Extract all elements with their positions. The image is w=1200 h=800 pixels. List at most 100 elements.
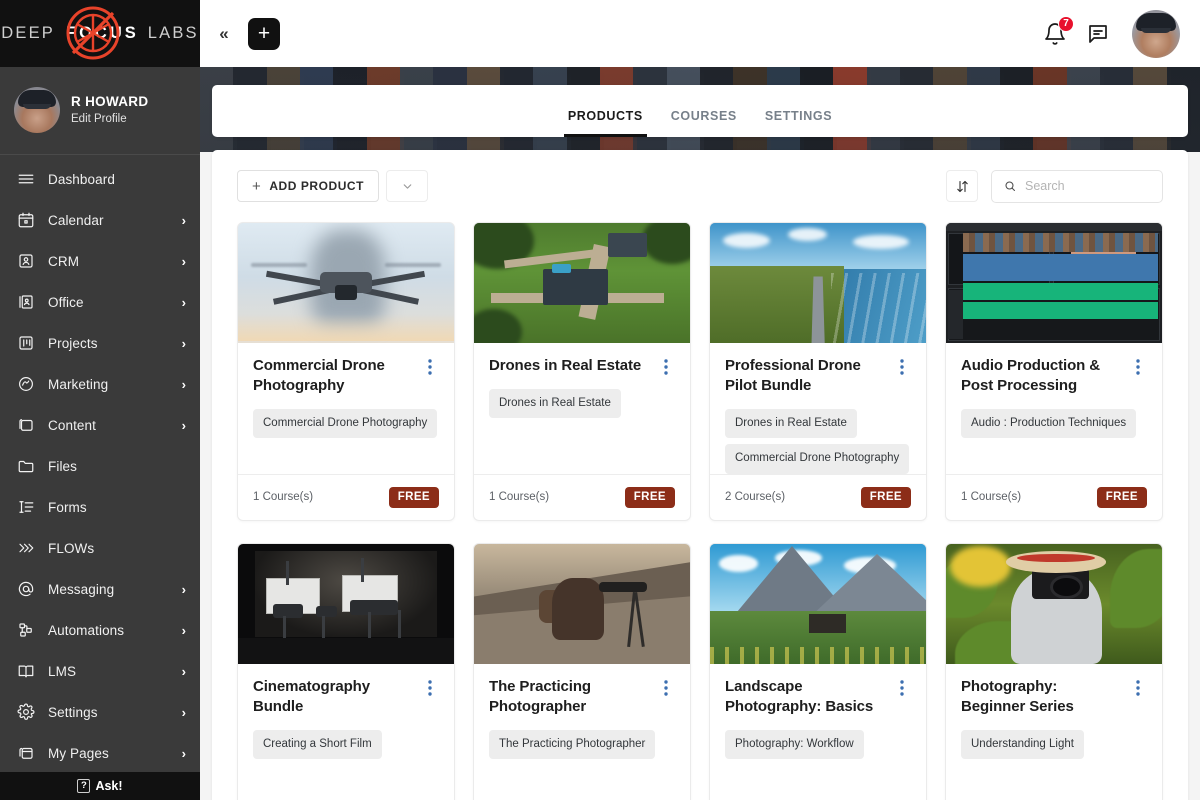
chevrons-icon (16, 539, 35, 558)
pages-icon (16, 744, 35, 763)
product-card-body: Cinematography Bundle Creating a Short F… (238, 664, 454, 800)
sidebar-item-my-pages[interactable]: My Pages› (0, 733, 200, 772)
quick-add-button[interactable]: + (248, 18, 280, 50)
sidebar-item-label: Settings (48, 705, 169, 720)
product-thumbnail (946, 223, 1162, 343)
tabs: PRODUCTSCOURSESSETTINGS (554, 109, 846, 137)
collapse-sidebar-button[interactable]: « (210, 21, 236, 47)
product-card[interactable]: Professional Drone Pilot Bundle Drones i… (709, 222, 927, 521)
sidebar-item-flows[interactable]: FLOWs (0, 528, 200, 569)
chevron-right-icon: › (182, 583, 186, 596)
product-card[interactable]: Landscape Photography: Basics Photograph… (709, 543, 927, 800)
more-vertical-icon (664, 680, 668, 696)
sidebar-item-label: CRM (48, 254, 169, 269)
sidebar-item-projects[interactable]: Projects› (0, 323, 200, 364)
brand-logo[interactable]: DEEP FOCUS LABS (0, 0, 200, 67)
sidebar-profile[interactable]: R HOWARD Edit Profile (0, 67, 200, 155)
sort-button[interactable] (946, 170, 978, 202)
product-card[interactable]: Photography: Beginner Series Understandi… (945, 543, 1163, 800)
product-menu-button[interactable] (893, 356, 911, 375)
product-tag: Drones in Real Estate (489, 389, 621, 419)
product-title: Cinematography Bundle (253, 677, 413, 717)
sidebar-item-label: My Pages (48, 746, 169, 761)
product-card[interactable]: Commercial Drone Photography Commercial … (237, 222, 455, 521)
product-card[interactable]: Audio Production & Post Processing Audio… (945, 222, 1163, 521)
sidebar-item-dashboard[interactable]: Dashboard (0, 159, 200, 200)
plus-icon: + (252, 179, 261, 194)
sidebar-item-label: LMS (48, 664, 169, 679)
more-vertical-icon (1136, 680, 1140, 696)
sidebar-item-marketing[interactable]: Marketing› (0, 364, 200, 405)
products-grid: Commercial Drone Photography Commercial … (212, 222, 1188, 800)
add-product-dropdown-button[interactable] (386, 170, 428, 202)
product-title: Audio Production & Post Processing (961, 356, 1121, 396)
sidebar-item-office[interactable]: Office› (0, 282, 200, 323)
product-card[interactable]: Cinematography Bundle Creating a Short F… (237, 543, 455, 800)
sidebar-item-lms[interactable]: LMS› (0, 651, 200, 692)
sidebar-item-label: FLOWs (48, 541, 186, 556)
chevron-right-icon: › (182, 378, 186, 391)
search-box[interactable] (991, 170, 1163, 203)
sidebar-item-label: Calendar (48, 213, 169, 228)
course-count: 2 Course(s) (725, 491, 785, 503)
notifications-button[interactable]: 7 (1042, 21, 1068, 47)
more-vertical-icon (428, 680, 432, 696)
messages-button[interactable] (1085, 21, 1111, 47)
sidebar-item-content[interactable]: Content› (0, 405, 200, 446)
more-vertical-icon (900, 680, 904, 696)
app-root: DEEP FOCUS LABS R HOWARD E (0, 0, 1200, 800)
products-panel: + ADD PRODUCT (212, 150, 1188, 800)
product-thumbnail (710, 223, 926, 343)
tab-products[interactable]: PRODUCTS (554, 109, 657, 137)
product-menu-button[interactable] (1129, 356, 1147, 375)
more-vertical-icon (900, 359, 904, 375)
calendar-icon (16, 211, 35, 230)
price-badge: FREE (625, 487, 675, 509)
sidebar-item-label: Office (48, 295, 169, 310)
tabs-card: PRODUCTSCOURSESSETTINGS (212, 85, 1188, 137)
price-badge: FREE (861, 487, 911, 509)
sidebar-item-files[interactable]: Files (0, 446, 200, 487)
sidebar-item-label: Forms (48, 500, 186, 515)
chevron-right-icon: › (182, 337, 186, 350)
product-card[interactable]: Drones in Real Estate Drones in Real Est… (473, 222, 691, 521)
sidebar-item-crm[interactable]: CRM › (0, 241, 200, 282)
aperture-logo-icon (62, 2, 124, 64)
sidebar-item-forms[interactable]: Forms (0, 487, 200, 528)
product-menu-button[interactable] (421, 677, 439, 696)
product-card-footer: 2 Course(s) FREE (710, 474, 926, 520)
chevron-right-icon: › (182, 255, 186, 268)
menu-icon (16, 170, 35, 189)
product-thumbnail (474, 223, 690, 343)
product-thumbnail (474, 544, 690, 664)
product-menu-button[interactable] (657, 356, 675, 375)
sidebar-item-label: Dashboard (48, 172, 186, 187)
ask-button[interactable]: ? Ask! (0, 772, 200, 800)
product-menu-button[interactable] (893, 677, 911, 696)
sidebar-item-messaging[interactable]: Messaging› (0, 569, 200, 610)
product-menu-button[interactable] (421, 356, 439, 375)
product-tags: Commercial Drone Photography (253, 409, 439, 439)
search-icon (1004, 179, 1016, 193)
sidebar-item-automations[interactable]: Automations› (0, 610, 200, 651)
product-menu-button[interactable] (1129, 677, 1147, 696)
product-card[interactable]: The Practicing Photographer The Practici… (473, 543, 691, 800)
chevron-right-icon: › (182, 214, 186, 227)
tab-settings[interactable]: SETTINGS (751, 109, 846, 137)
product-title: Professional Drone Pilot Bundle (725, 356, 885, 396)
product-thumbnail (710, 544, 926, 664)
edit-profile-link[interactable]: Edit Profile (71, 112, 148, 126)
product-card-footer: 1 Course(s) FREE (946, 474, 1162, 520)
add-product-button[interactable]: + ADD PRODUCT (237, 170, 379, 202)
user-avatar-button[interactable] (1132, 10, 1180, 58)
sidebar-item-label: Files (48, 459, 186, 474)
tab-courses[interactable]: COURSES (657, 109, 751, 137)
sidebar-item-settings[interactable]: Settings› (0, 692, 200, 733)
product-card-footer: 1 Course(s) FREE (238, 474, 454, 520)
price-badge: FREE (389, 487, 439, 509)
product-thumbnail (946, 544, 1162, 664)
sidebar-item-calendar[interactable]: Calendar › (0, 200, 200, 241)
at-sign-icon (16, 580, 35, 599)
search-input[interactable] (1025, 179, 1150, 193)
product-menu-button[interactable] (657, 677, 675, 696)
